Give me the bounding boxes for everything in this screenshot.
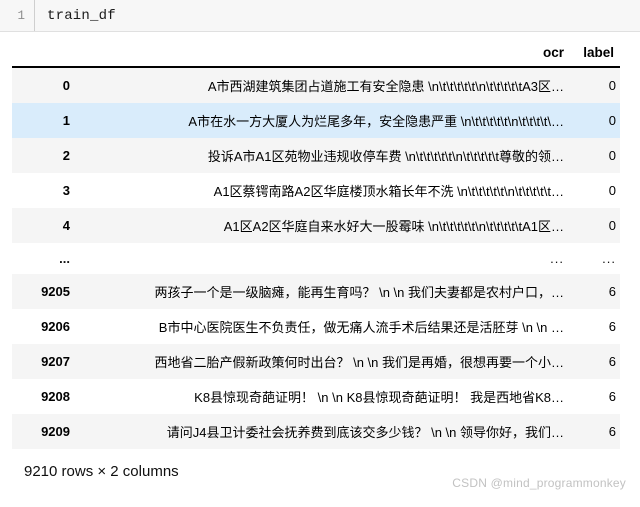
dataframe-body: 0 A市西湖建筑集团占道施工有安全隐患 \n\t\t\t\t\t\n\t\t\t… [12, 67, 620, 449]
watermark-text: CSDN @mind_programmonkey [452, 476, 626, 490]
cell-label: ... [602, 251, 616, 266]
cell-ocr: 请问J4县卫计委社会抚养费到底该交多少钱？ \n \n 领导你好，我们… [166, 425, 564, 440]
cell-ocr: A1区A2区华庭自来水好大一股霉味 \n\t\t\t\t\t\n\t\t\t\t… [223, 219, 564, 234]
dataframe-header: ocr label [12, 45, 620, 67]
cell-ocr: B市中心医院医生不负责任，做无痛人流手术后结果还是活胚芽 \n \n … [158, 320, 564, 335]
cell-output-area: ocr label 0 A市西湖建筑集团占道施工有安全隐患 \n\t\t\t\t… [0, 45, 640, 480]
cell-label: 6 [608, 424, 616, 439]
dataframe-table: ocr label 0 A市西湖建筑集团占道施工有安全隐患 \n\t\t\t\t… [12, 45, 620, 449]
cell-ocr: A1区蔡锷南路A2区华庭楼顶水箱长年不洗 \n\t\t\t\t\t\n\t\t\… [213, 184, 564, 199]
table-row[interactable]: 9205 两孩子一个是一级脑瘫，能再生育吗？ \n \n 我们夫妻都是农村户口，… [12, 274, 620, 309]
cell-ocr: 西地省二胎产假新政策何时出台？ \n \n 我们是再婚，很想再要一个小… [154, 355, 564, 370]
table-row[interactable]: 4 A1区A2区华庭自来水好大一股霉味 \n\t\t\t\t\t\n\t\t\t… [12, 208, 620, 243]
row-index: 2 [62, 148, 70, 163]
row-index: 1 [62, 113, 70, 128]
row-index: 3 [62, 183, 70, 198]
cell-label: 0 [608, 218, 616, 233]
table-row[interactable]: 9207 西地省二胎产假新政策何时出台？ \n \n 我们是再婚，很想再要一个小… [12, 344, 620, 379]
cell-ocr: A市西湖建筑集团占道施工有安全隐患 \n\t\t\t\t\t\n\t\t\t\t… [207, 79, 564, 94]
cell-prompt-number: 1 [17, 8, 25, 23]
cell-label: 0 [608, 148, 616, 163]
cell-ocr: ... [550, 251, 564, 266]
table-row[interactable]: 9206 B市中心医院医生不负责任，做无痛人流手术后结果还是活胚芽 \n \n … [12, 309, 620, 344]
cell-label: 0 [608, 78, 616, 93]
cell-ocr: K8县惊现奇葩证明！ \n \n K8县惊现奇葩证明！ 我是西地省K8… [194, 390, 564, 405]
cell-label: 0 [608, 113, 616, 128]
cell-label: 6 [608, 319, 616, 334]
row-index: 4 [62, 218, 70, 233]
table-row[interactable]: 0 A市西湖建筑集团占道施工有安全隐患 \n\t\t\t\t\t\n\t\t\t… [12, 67, 620, 103]
cell-ocr: A市在水一方大厦人为烂尾多年，安全隐患严重 \n\t\t\t\t\t\n\t\t… [188, 114, 564, 129]
cell-label: 6 [608, 354, 616, 369]
table-row[interactable]: 3 A1区蔡锷南路A2区华庭楼顶水箱长年不洗 \n\t\t\t\t\t\n\t\… [12, 173, 620, 208]
column-header-label[interactable]: label [570, 45, 620, 67]
row-index: ... [59, 251, 70, 266]
row-index: 9207 [41, 354, 70, 369]
cell-ocr: 两孩子一个是一级脑瘫，能再生育吗？ \n \n 我们夫妻都是农村户口，… [154, 285, 564, 300]
row-index: 9208 [41, 389, 70, 404]
row-index: 9209 [41, 424, 70, 439]
cell-label: 6 [608, 389, 616, 404]
row-index: 0 [62, 78, 70, 93]
row-index: 9205 [41, 284, 70, 299]
table-row[interactable]: 2 投诉A市A1区苑物业违规收停车费 \n\t\t\t\t\t\n\t\t\t\… [12, 138, 620, 173]
table-row[interactable]: 9208 K8县惊现奇葩证明！ \n \n K8县惊现奇葩证明！ 我是西地省K8… [12, 379, 620, 414]
column-header-index [12, 45, 80, 67]
cell-ocr: 投诉A市A1区苑物业违规收停车费 \n\t\t\t\t\t\n\t\t\t\t\… [207, 149, 564, 164]
table-row[interactable]: 9209 请问J4县卫计委社会抚养费到底该交多少钱？ \n \n 领导你好，我们… [12, 414, 620, 449]
notebook-input-cell[interactable]: 1 train_df [0, 0, 640, 32]
cell-label: 6 [608, 284, 616, 299]
row-index: 9206 [41, 319, 70, 334]
table-row[interactable]: 1 A市在水一方大厦人为烂尾多年，安全隐患严重 \n\t\t\t\t\t\n\t… [12, 103, 620, 138]
column-header-ocr[interactable]: ocr [80, 45, 570, 67]
cell-label: 0 [608, 183, 616, 198]
code-input[interactable]: train_df [34, 0, 640, 31]
table-row-ellipsis: ... ... ... [12, 243, 620, 274]
